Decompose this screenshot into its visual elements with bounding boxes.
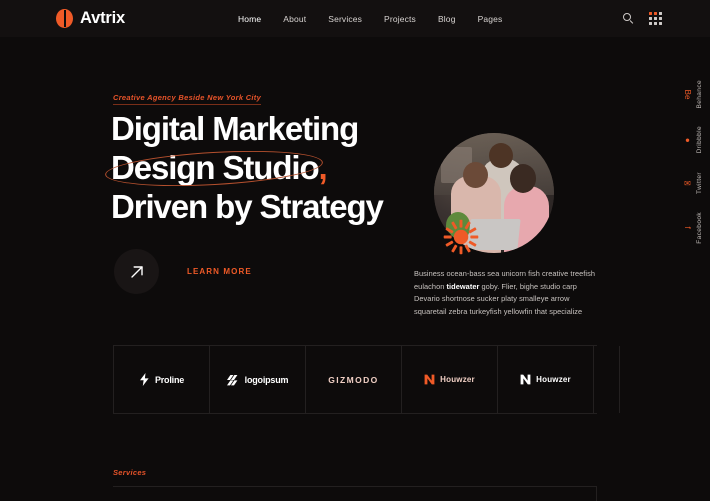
headline-comma: , [318, 149, 328, 186]
hero-paragraph-bold: tidewater [446, 281, 480, 291]
brand-logo-houwzer-orange[interactable]: Houwzer [402, 346, 498, 413]
brand-logo-gizmodo[interactable]: GIZMODO [306, 346, 402, 413]
search-icon[interactable] [623, 13, 634, 24]
headline-word-studio: Studio [214, 149, 319, 186]
nav-item-blog[interactable]: Blog [438, 14, 456, 24]
hero-paragraph: Business ocean-bass sea unicorn fish cre… [414, 268, 600, 318]
social-link-behance[interactable]: Behance Be [683, 80, 703, 108]
brand-logo-houwzer-white[interactable]: Houwzer [498, 346, 594, 413]
landing-page: Avtrix Home About Services Projects Blog… [0, 0, 710, 501]
logo-text: Avtrix [80, 9, 125, 27]
hero-headline: Digital Marketing Design Studio, Driven … [104, 109, 441, 226]
dribbble-icon: ● [683, 135, 692, 145]
brand-name-label: Houwzer [440, 375, 475, 384]
bolt-icon [139, 373, 149, 386]
headline-line-2: Design Studio, [104, 145, 441, 192]
social-label: Twitter [696, 171, 703, 194]
hero-eyebrow: Creative Agency Beside New York City [113, 93, 262, 105]
headline-line-3: Driven by Strategy [111, 188, 384, 225]
main-nav: Home About Services Projects Blog Pages [238, 14, 502, 24]
nav-item-pages[interactable]: Pages [478, 14, 503, 24]
brand-name-label: Proline [154, 374, 185, 385]
services-section-tag: Services [113, 468, 147, 477]
facebook-icon: f [683, 226, 692, 229]
header-actions [623, 12, 662, 25]
brand-name-label: GIZMODO [328, 374, 379, 385]
services-divider-vertical [596, 486, 597, 501]
hero-cta[interactable]: LEARN MORE [114, 249, 252, 294]
services-divider [113, 486, 597, 487]
sunburst-shape-icon [443, 219, 479, 255]
slashes-icon [226, 374, 238, 385]
headline-line-1: Digital Marketing [111, 110, 359, 147]
brand-logos-strip: Proline logoipsum GIZMODO Houwzer Houwze… [113, 345, 620, 414]
nav-item-projects[interactable]: Projects [384, 14, 416, 24]
n-icon [520, 374, 531, 385]
social-label: Dribbble [696, 126, 703, 154]
learn-more-label[interactable]: LEARN MORE [187, 267, 252, 276]
nav-item-services[interactable]: Services [328, 14, 362, 24]
brand-logo-logoipsum[interactable]: logoipsum [210, 346, 306, 413]
social-label: Facebook [696, 211, 703, 244]
brand-name-label: logoipsum [244, 374, 289, 385]
social-link-dribbble[interactable]: Dribbble ● [683, 126, 703, 153]
brand-logo-next-partial[interactable] [594, 346, 620, 413]
social-rail: Behance Be Dribbble ● Twitter ✉ Facebook… [682, 80, 704, 244]
arrow-up-right-icon[interactable] [114, 249, 159, 294]
n-icon [424, 374, 435, 385]
site-header: Avtrix Home About Services Projects Blog… [0, 0, 710, 37]
behance-icon: Be [683, 89, 692, 100]
social-label: Behance [696, 80, 703, 109]
nav-item-home[interactable]: Home [238, 14, 261, 24]
social-link-twitter[interactable]: Twitter ✉ [683, 172, 703, 194]
leaf-logo-icon [56, 9, 73, 28]
logo[interactable]: Avtrix [56, 9, 125, 28]
headline-word-design: Design [111, 149, 216, 186]
social-link-facebook[interactable]: Facebook f [683, 212, 703, 244]
brand-name-label: Houwzer [536, 375, 571, 384]
twitter-icon: ✉ [683, 178, 692, 188]
grid-dots-icon[interactable] [649, 12, 662, 25]
nav-item-about[interactable]: About [283, 14, 306, 24]
hero-section: Creative Agency Beside New York City Dig… [0, 37, 710, 327]
brand-logo-proline[interactable]: Proline [114, 346, 210, 413]
